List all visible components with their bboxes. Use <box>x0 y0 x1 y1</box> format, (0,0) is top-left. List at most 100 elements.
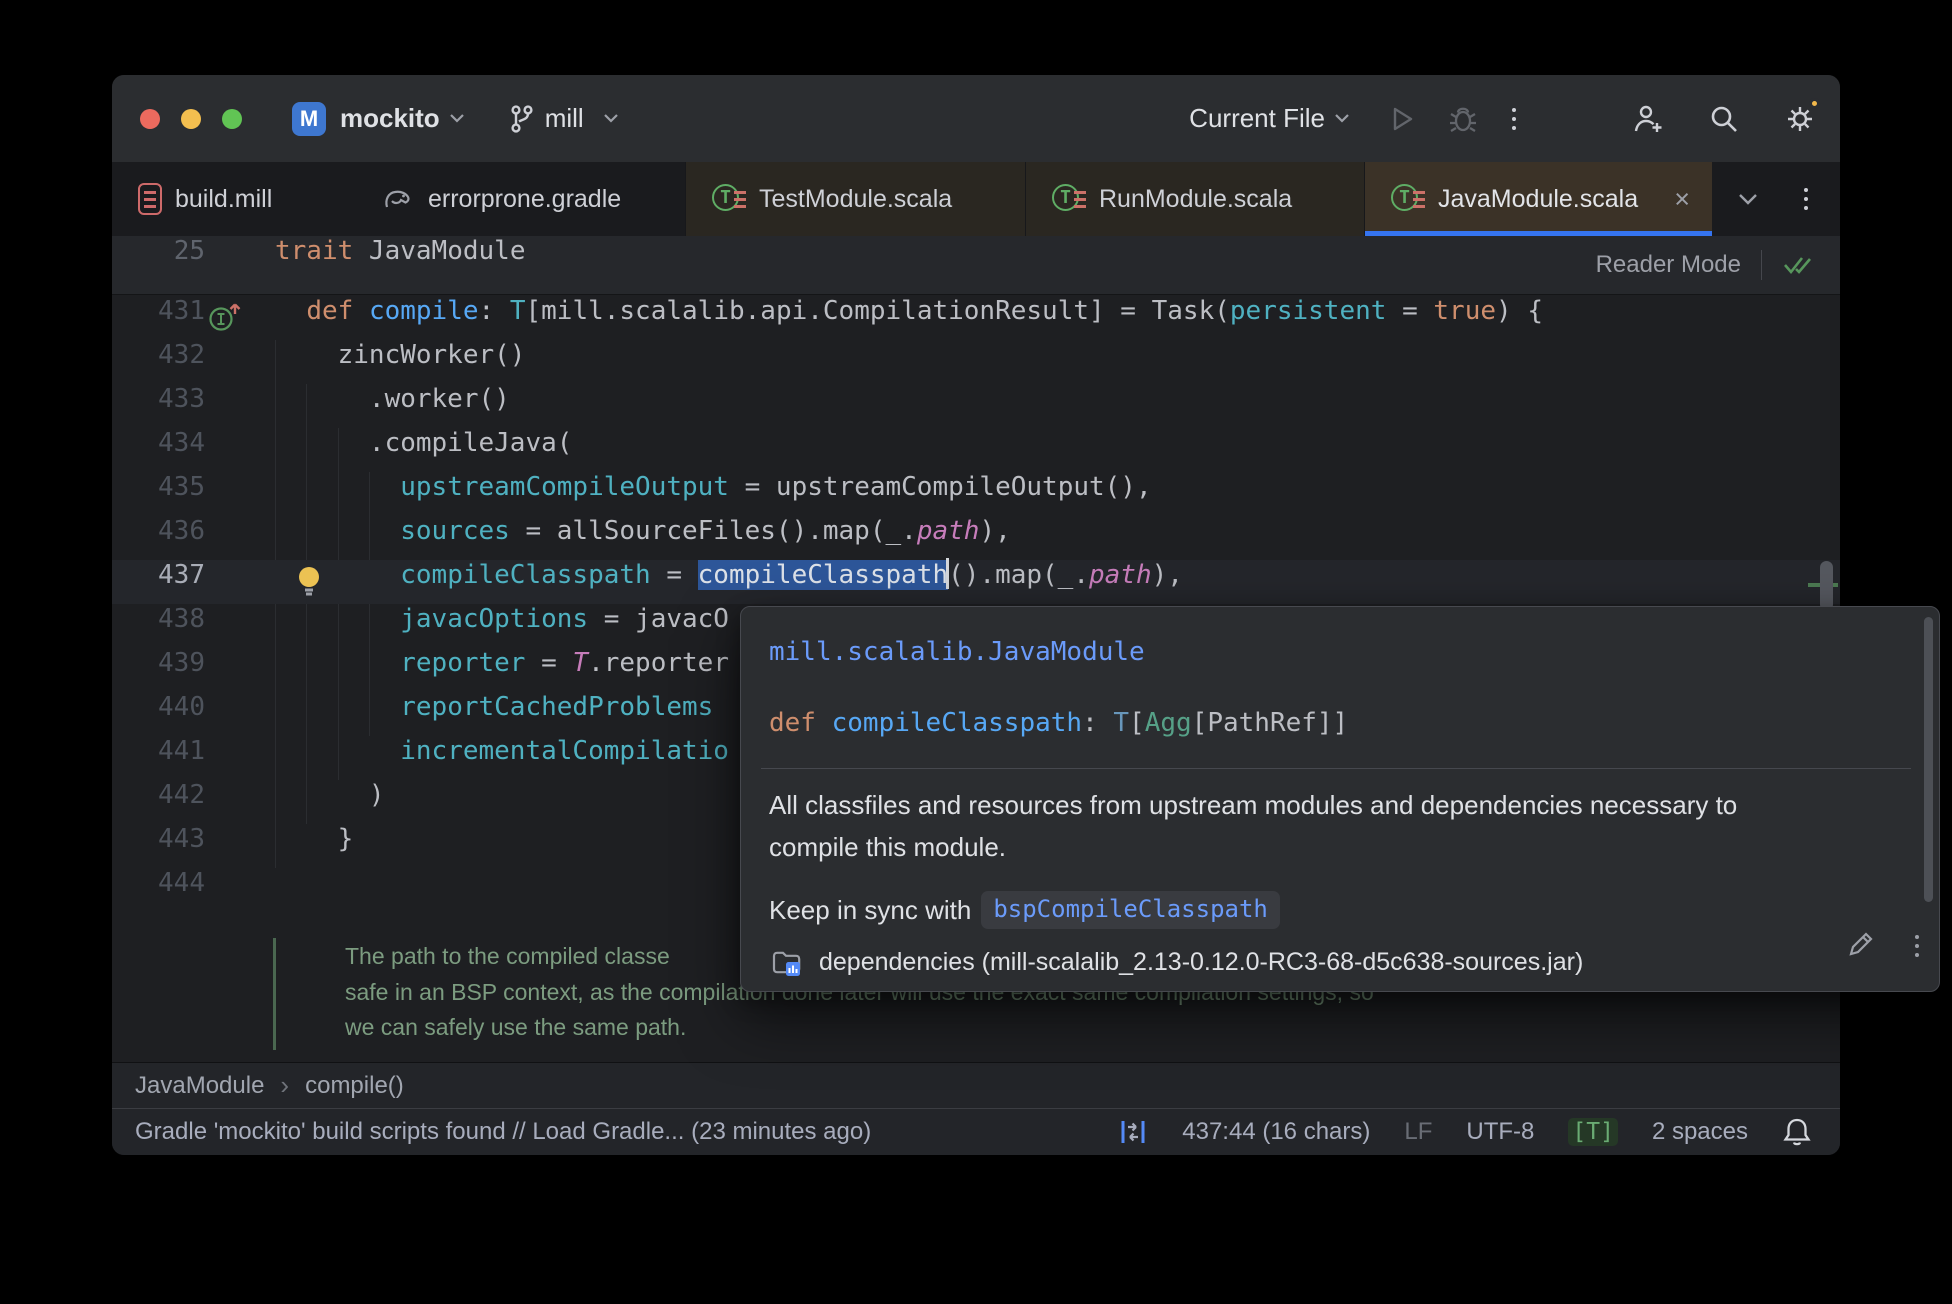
code-line[interactable]: 431 def compile: T[mill.scalalib.api.Com… <box>112 296 1840 340</box>
mill-file-icon <box>138 183 162 215</box>
tab-build-mill[interactable]: build.mill <box>112 162 355 236</box>
settings-button[interactable] <box>1784 97 1820 135</box>
symbol-description: All classfiles and resources from upstre… <box>769 784 1737 868</box>
pencil-icon <box>1849 932 1873 956</box>
code-text: def compile: T[mill.scalalib.api.Compila… <box>306 296 1543 326</box>
code-line[interactable]: 432 zincWorker() <box>112 340 1840 384</box>
close-tab-icon[interactable]: × <box>1672 185 1692 213</box>
breadcrumb-item-javamodule[interactable]: JavaModule <box>135 1072 264 1100</box>
code-text: compileClasspath = compileClasspath().ma… <box>400 558 1183 590</box>
status-bar: Gradle 'mockito' build scripts found // … <box>112 1108 1840 1155</box>
line-number: 437 <box>158 560 205 590</box>
symbol-signature: def compileClasspath: T[Agg[PathRef]] <box>769 708 1349 738</box>
description-line: compile this module. <box>769 832 1006 862</box>
project-selector[interactable]: mockito <box>340 103 440 134</box>
debug-button[interactable] <box>1448 104 1478 134</box>
tab-label: TestModule.scala <box>759 184 953 213</box>
play-icon <box>1393 107 1413 130</box>
tab-options-button[interactable] <box>1800 184 1812 214</box>
popup-more-button[interactable] <box>1911 931 1923 961</box>
tab-errorprone-gradle[interactable]: errorprone.gradle <box>355 162 685 236</box>
indent-size[interactable]: 2 spaces <box>1652 1118 1748 1146</box>
code-line[interactable]: 436 sources = allSourceFiles().map(_.pat… <box>112 516 1840 560</box>
git-branch-icon <box>507 104 535 134</box>
library-source-label[interactable]: dependencies (mill-scalalib_2.13-0.12.0-… <box>819 948 1583 977</box>
divider <box>761 768 1911 769</box>
code-line[interactable]: 434 .compileJava( <box>112 428 1840 472</box>
line-number: 435 <box>158 472 205 502</box>
notification-dot <box>1809 97 1820 109</box>
description-line: All classfiles and resources from upstre… <box>769 790 1738 820</box>
qualified-name-link[interactable]: mill.scalalib.JavaModule <box>769 637 1145 667</box>
breadcrumb-item-compile[interactable]: compile() <box>305 1072 404 1100</box>
status-message[interactable]: Gradle 'mockito' build scripts found // … <box>135 1118 1118 1146</box>
sticky-scroll-line[interactable]: 25 trait JavaModule Reader Mode <box>112 236 1840 295</box>
code-vision-toggle-icon[interactable] <box>1118 1116 1148 1148</box>
code-text: .worker() <box>275 384 510 414</box>
doc-comment-line: we can safely use the same path. <box>345 1014 687 1040</box>
title-bar: M mockito mill Current File <box>112 75 1840 162</box>
code-text: reportCachedProblems <box>400 692 714 722</box>
tab-label: JavaModule.scala <box>1438 184 1639 213</box>
tab-label: errorprone.gradle <box>428 184 622 213</box>
editor-tab-bar: build.mill errorprone.gradle T TestModul… <box>112 162 1840 236</box>
code-line[interactable]: 435 upstreamCompileOutput = upstreamComp… <box>112 472 1840 516</box>
tab-label: build.mill <box>175 184 273 213</box>
sync-target-link[interactable]: bspCompileClasspath <box>981 891 1280 929</box>
sticky-trait-name: JavaModule <box>353 236 526 266</box>
tab-javamodule-scala[interactable]: T JavaModule.scala × <box>1364 162 1712 236</box>
editor-scrollbar-thumb[interactable] <box>1820 561 1833 611</box>
code-text: upstreamCompileOutput = upstreamCompileO… <box>400 472 1152 502</box>
close-window-button[interactable] <box>140 108 160 129</box>
line-number: 443 <box>158 824 205 854</box>
chevron-down-icon <box>449 113 465 124</box>
run-button[interactable] <box>1386 104 1416 134</box>
doc-comment-bar <box>273 938 276 1050</box>
scala-trait-icon: T <box>712 182 746 216</box>
person-add-icon <box>1634 105 1662 132</box>
popup-scrollbar-thumb[interactable] <box>1924 617 1933 902</box>
edit-source-button[interactable] <box>1846 927 1878 959</box>
branch-name: mill <box>544 103 584 133</box>
tab-runmodule-scala[interactable]: T RunModule.scala <box>1025 162 1364 236</box>
file-encoding[interactable]: UTF-8 <box>1466 1118 1534 1146</box>
tab-testmodule-scala[interactable]: T TestModule.scala <box>685 162 1025 236</box>
line-ending[interactable]: LF <box>1404 1118 1432 1146</box>
tab-list-chevron-icon[interactable] <box>1738 193 1758 206</box>
run-config-selector[interactable]: Current File <box>1189 103 1325 134</box>
line-number: 438 <box>158 604 205 634</box>
caret-position[interactable]: 437:44 (16 chars) <box>1182 1118 1370 1146</box>
text-cursor <box>946 558 950 589</box>
more-actions-button[interactable] <box>1508 104 1520 134</box>
line-number: 441 <box>158 736 205 766</box>
zoom-window-button[interactable] <box>222 108 242 129</box>
keep-in-sync-label: Keep in sync with <box>769 894 972 925</box>
search-everywhere-button[interactable] <box>1708 103 1740 135</box>
type-highlighting-badge[interactable]: [T] <box>1568 1118 1618 1146</box>
override-marker-icon[interactable] <box>208 301 242 335</box>
code-with-me-button[interactable] <box>1632 103 1664 135</box>
code-line[interactable]: 437 compileClasspath = compileClasspath(… <box>112 558 1840 604</box>
line-number: 442 <box>158 780 205 810</box>
line-number: 432 <box>158 340 205 370</box>
bell-icon <box>1783 1118 1811 1146</box>
code-line[interactable]: 433 .worker() <box>112 384 1840 428</box>
minimize-window-button[interactable] <box>181 108 201 129</box>
lightbulb-icon[interactable] <box>296 565 324 599</box>
code-text: zincWorker() <box>275 340 526 370</box>
notifications-button[interactable] <box>1782 1116 1812 1148</box>
sticky-keyword: trait <box>275 236 354 266</box>
project-icon: M <box>292 101 326 136</box>
tab-label: RunModule.scala <box>1099 184 1293 213</box>
reader-mode-label[interactable]: Reader Mode <box>1596 251 1741 279</box>
inspections-ok-icon[interactable] <box>1782 253 1814 277</box>
vcs-branch-widget[interactable]: mill <box>507 103 619 134</box>
code-text: sources = allSourceFiles().map(_.path), <box>400 516 1011 546</box>
chevron-down-icon <box>1334 113 1350 124</box>
code-text: reporter = T.reporter <box>400 648 729 678</box>
code-text: javacOptions = javacO <box>400 604 729 634</box>
line-number: 433 <box>158 384 205 414</box>
window-controls <box>140 108 242 129</box>
gradle-icon <box>381 184 415 214</box>
code-text: ) <box>275 780 385 810</box>
